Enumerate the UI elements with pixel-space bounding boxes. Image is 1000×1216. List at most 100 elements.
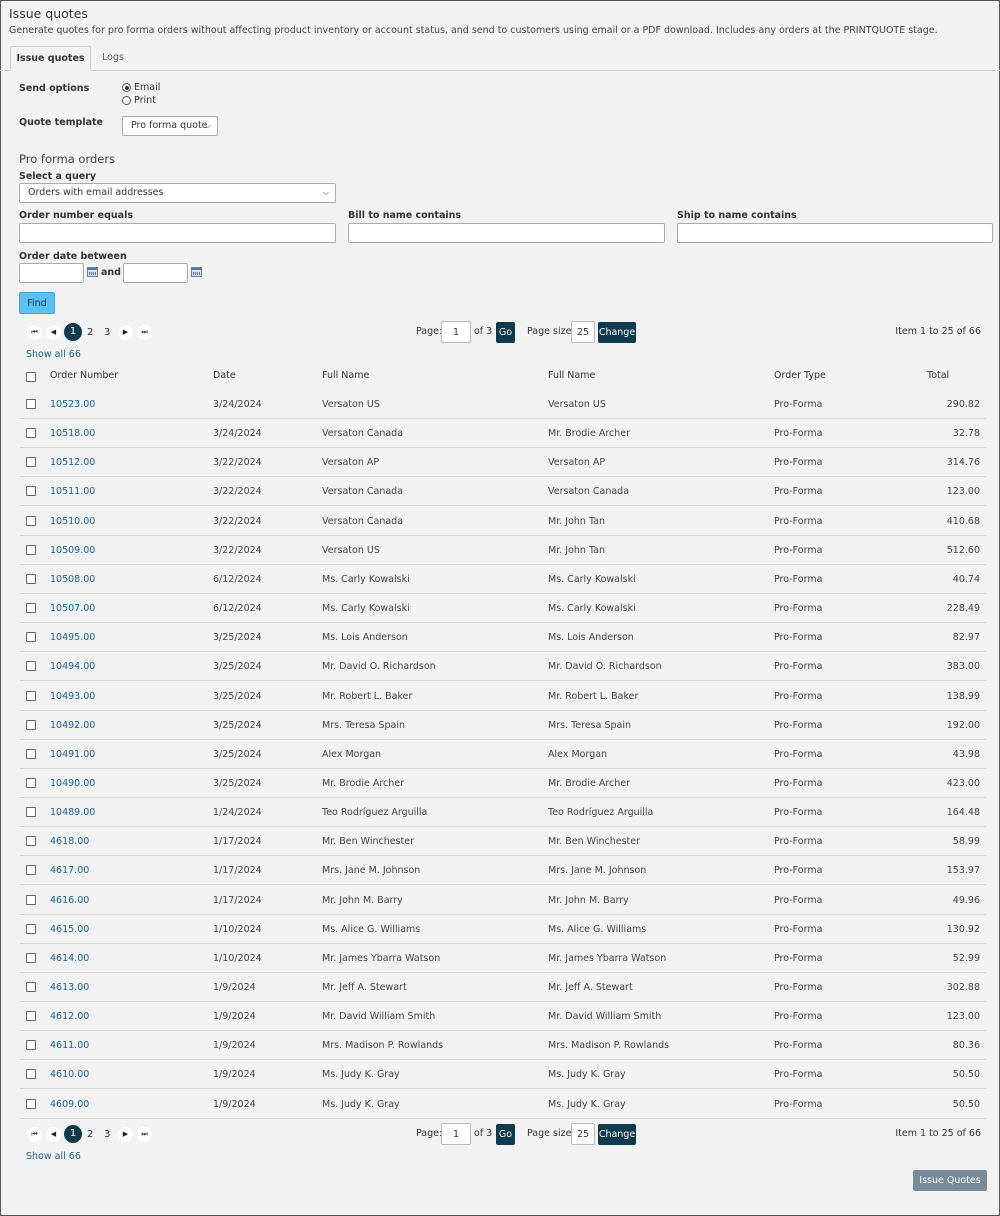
- order-number-link[interactable]: 10512.00: [50, 457, 95, 468]
- show-all-link[interactable]: Show all 66: [26, 349, 81, 360]
- row-checkbox[interactable]: [26, 690, 36, 701]
- page-link-current[interactable]: 1: [64, 1125, 82, 1143]
- go-button[interactable]: Go: [496, 1124, 515, 1145]
- page-size-input[interactable]: 25: [571, 321, 595, 343]
- header-order-number[interactable]: Order Number: [50, 370, 118, 381]
- show-all-link[interactable]: Show all 66: [26, 1151, 81, 1162]
- ship-to-input[interactable]: [677, 223, 993, 243]
- header-total[interactable]: Total: [927, 370, 949, 381]
- row-checkbox[interactable]: [26, 748, 36, 759]
- tab-logs[interactable]: Logs: [92, 46, 134, 69]
- first-page-icon[interactable]: ⏮: [27, 325, 42, 340]
- row-checkbox[interactable]: [26, 603, 36, 613]
- order-number-link[interactable]: 10491.00: [50, 749, 95, 760]
- next-page-icon[interactable]: ▶: [118, 325, 133, 340]
- order-number-input[interactable]: [19, 223, 336, 243]
- order-number-link[interactable]: 4609.00: [50, 1099, 89, 1110]
- row-checkbox[interactable]: [26, 836, 36, 847]
- row-checkbox[interactable]: [26, 982, 36, 992]
- next-page-icon[interactable]: ▶: [118, 1127, 133, 1142]
- order-number-link[interactable]: 10518.00: [50, 428, 95, 439]
- find-button[interactable]: Find: [19, 292, 55, 314]
- ship-full-name: Ms. Judy K. Gray: [548, 1069, 626, 1081]
- quote-template-select[interactable]: Pro forma quote ⌵: [122, 116, 218, 136]
- page-link-3[interactable]: 3: [104, 1126, 110, 1144]
- order-number-link[interactable]: 10523.00: [50, 399, 95, 410]
- order-number-link[interactable]: 10509.00: [50, 545, 95, 556]
- row-checkbox[interactable]: [26, 457, 36, 468]
- order-date-from-input[interactable]: [19, 263, 84, 283]
- prev-page-icon[interactable]: ◀: [46, 325, 61, 340]
- order-number-link[interactable]: 10492.00: [50, 720, 95, 731]
- header-date[interactable]: Date: [213, 370, 236, 381]
- page-number-input[interactable]: 1: [441, 321, 471, 343]
- row-checkbox[interactable]: [26, 807, 36, 818]
- row-checkbox[interactable]: [26, 399, 36, 409]
- radio-email[interactable]: Email: [122, 82, 160, 93]
- order-number-link[interactable]: 10495.00: [50, 632, 95, 643]
- select-all-checkbox[interactable]: [26, 372, 36, 382]
- order-number-link[interactable]: 10489.00: [50, 807, 95, 818]
- last-page-icon[interactable]: ⏭: [137, 325, 152, 340]
- radio-print[interactable]: Print: [122, 95, 156, 106]
- order-date-to-input[interactable]: [123, 263, 188, 283]
- issue-quotes-button[interactable]: Issue Quotes: [913, 1170, 987, 1191]
- row-checkbox[interactable]: [26, 865, 36, 876]
- row-checkbox[interactable]: [26, 515, 36, 526]
- order-number-link[interactable]: 4615.00: [50, 924, 89, 935]
- order-number-link[interactable]: 4614.00: [50, 953, 89, 964]
- order-number-link[interactable]: 4612.00: [50, 1011, 89, 1022]
- change-button[interactable]: Change: [598, 322, 636, 343]
- row-checkbox[interactable]: [26, 661, 36, 672]
- order-number-link[interactable]: 10494.00: [50, 661, 95, 672]
- first-page-icon[interactable]: ⏮: [27, 1127, 42, 1142]
- order-number-link[interactable]: 10493.00: [50, 691, 95, 702]
- go-button[interactable]: Go: [496, 322, 515, 343]
- order-number-link[interactable]: 4616.00: [50, 895, 89, 906]
- row-checkbox[interactable]: [26, 778, 36, 788]
- order-number-link[interactable]: 10511.00: [50, 486, 95, 497]
- radio-print-button[interactable]: [122, 96, 131, 105]
- page-link-2[interactable]: 2: [87, 1126, 93, 1144]
- calendar-icon[interactable]: [87, 267, 98, 277]
- header-bill-full-name[interactable]: Full Name: [322, 370, 369, 381]
- order-number-link[interactable]: 4618.00: [50, 836, 89, 847]
- tab-issue-quotes[interactable]: Issue quotes: [10, 46, 91, 71]
- change-button[interactable]: Change: [598, 1124, 636, 1145]
- row-checkbox[interactable]: [26, 894, 36, 905]
- order-number-link[interactable]: 10508.00: [50, 574, 95, 585]
- calendar-icon[interactable]: [191, 267, 202, 277]
- row-checkbox[interactable]: [26, 923, 36, 934]
- page-link-current[interactable]: 1: [64, 323, 82, 341]
- order-number-link[interactable]: 4610.00: [50, 1069, 89, 1080]
- row-checkbox[interactable]: [26, 719, 36, 730]
- header-order-type[interactable]: Order Type: [774, 370, 826, 381]
- order-number-link[interactable]: 4613.00: [50, 982, 89, 993]
- page-size-label: Page size:: [527, 326, 575, 337]
- order-number-link[interactable]: 4611.00: [50, 1040, 89, 1051]
- row-checkbox[interactable]: [26, 952, 36, 963]
- header-ship-full-name[interactable]: Full Name: [548, 370, 595, 381]
- page-link-2[interactable]: 2: [87, 324, 93, 342]
- row-checkbox[interactable]: [26, 632, 36, 643]
- row-checkbox[interactable]: [26, 1069, 36, 1080]
- page-number-input[interactable]: 1: [441, 1123, 471, 1145]
- page-size-input[interactable]: 25: [571, 1123, 595, 1145]
- row-checkbox[interactable]: [26, 428, 36, 439]
- radio-email-button[interactable]: [122, 83, 131, 92]
- order-number-link[interactable]: 10510.00: [50, 516, 95, 527]
- row-checkbox[interactable]: [26, 1011, 36, 1022]
- order-number-link[interactable]: 10490.00: [50, 778, 95, 789]
- row-checkbox[interactable]: [26, 1098, 36, 1109]
- row-checkbox[interactable]: [26, 573, 36, 584]
- bill-to-input[interactable]: [348, 223, 665, 243]
- prev-page-icon[interactable]: ◀: [46, 1127, 61, 1142]
- row-checkbox[interactable]: [26, 1040, 36, 1051]
- row-checkbox[interactable]: [26, 544, 36, 555]
- last-page-icon[interactable]: ⏭: [137, 1127, 152, 1142]
- page-link-3[interactable]: 3: [104, 324, 110, 342]
- order-number-link[interactable]: 10507.00: [50, 603, 95, 614]
- order-number-link[interactable]: 4617.00: [50, 865, 89, 876]
- row-checkbox[interactable]: [26, 486, 36, 497]
- query-select[interactable]: Orders with email addresses ⌵: [19, 183, 336, 203]
